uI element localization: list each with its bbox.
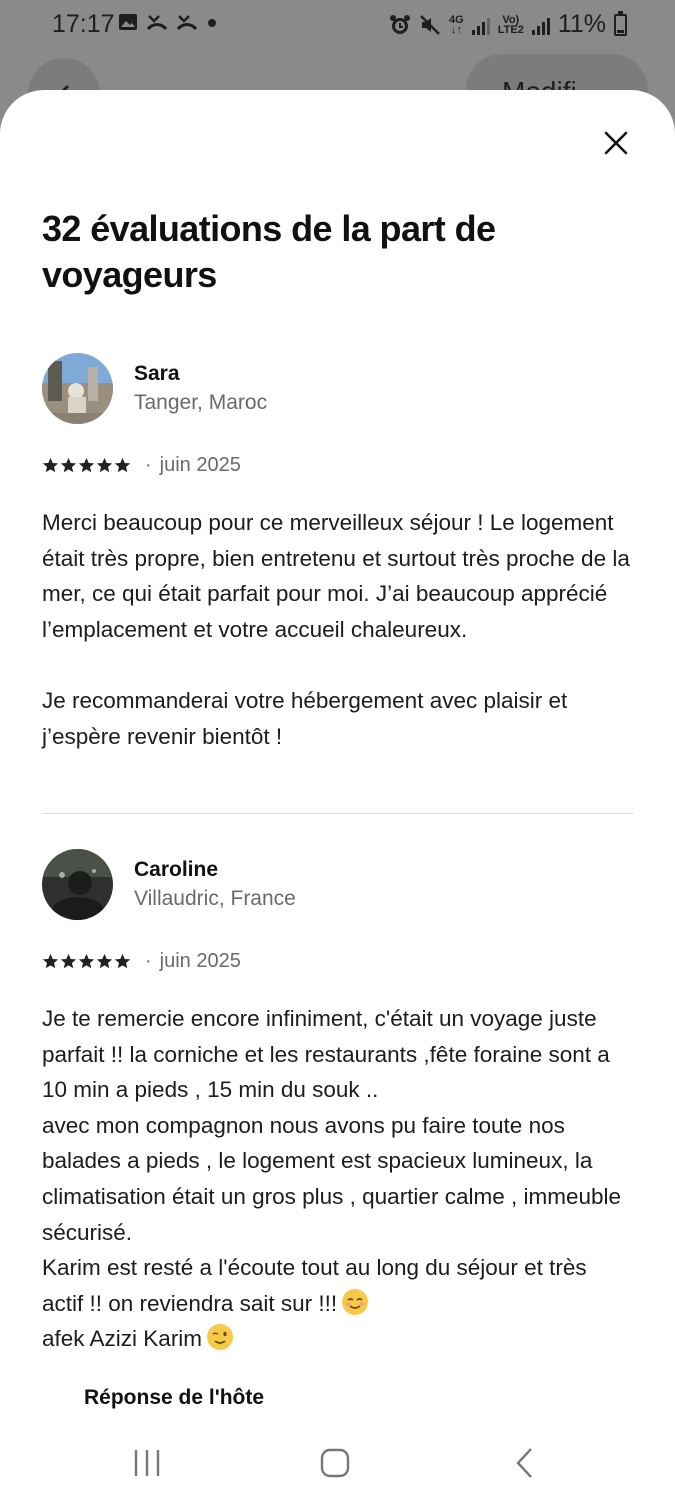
review-text: Merci beaucoup pour ce merveilleux séjou… [42, 510, 630, 749]
review-header: Caroline Villaudric, France [42, 849, 634, 923]
volte-icon: Vo) LTE2 [497, 13, 524, 36]
rating-row: · juin 2025 [42, 943, 634, 979]
more-notifications-dot-icon [208, 19, 216, 27]
divider [42, 813, 634, 814]
review-date: juin 2025 [159, 453, 241, 476]
navigation-bar [0, 1428, 675, 1500]
reviews-sheet: 32 évaluations de la part de voyageurs S… [0, 90, 675, 1500]
review-item: Caroline Villaudric, France · juin 2025 … [42, 849, 634, 1357]
reviewer-name: Sara [134, 362, 180, 385]
star-icon [114, 457, 131, 472]
missed-call-icon [146, 15, 168, 31]
status-time: 17:17 [52, 10, 115, 38]
star-icon [42, 953, 59, 968]
star-rating [42, 953, 131, 970]
signal-strength-icon [471, 15, 490, 35]
gallery-icon [119, 14, 137, 30]
star-icon [114, 953, 131, 968]
review-text-signoff: afek Azizi Karim [42, 1326, 203, 1352]
mute-icon [420, 14, 440, 35]
network-4g-icon: 4G ↓↑ [449, 13, 464, 36]
review-item: Sara Tanger, Maroc · juin 2025 Merci bea… [42, 353, 634, 754]
battery-percentage: 11% [557, 10, 606, 38]
review-date: juin 2025 [159, 949, 241, 972]
avatar-photo [42, 353, 113, 424]
missed-call-icon [176, 15, 198, 31]
star-icon [60, 953, 77, 968]
star-icon [96, 457, 113, 472]
review-text: Je te remercie encore infiniment, c'étai… [42, 1001, 634, 1357]
avatar-photo [42, 849, 113, 920]
star-rating [42, 457, 131, 474]
recent-apps-icon [134, 1450, 160, 1476]
star-icon [42, 457, 59, 472]
star-icon [60, 457, 77, 472]
back-icon [516, 1448, 532, 1478]
separator-dot: · [145, 453, 152, 476]
rating-row: · juin 2025 [42, 447, 634, 483]
system-icons: 4G ↓↑ Vo) LTE2 11% [389, 10, 627, 39]
review-header: Sara Tanger, Maroc [42, 353, 634, 427]
signal-strength-2-icon [531, 15, 550, 35]
star-icon [78, 457, 95, 472]
host-reply-label[interactable]: Réponse de l'hôte [84, 1386, 264, 1410]
back-button[interactable] [500, 1442, 550, 1484]
avatar[interactable] [42, 849, 113, 920]
close-icon [604, 131, 628, 155]
review-text-main: Je te remercie encore infiniment, c'étai… [42, 1006, 622, 1316]
close-button[interactable] [597, 124, 635, 162]
home-button[interactable] [310, 1442, 360, 1484]
reviewer-name: Caroline [134, 858, 219, 881]
alarm-icon [390, 14, 411, 34]
separator-dot: · [145, 949, 152, 972]
page-title: 32 évaluations de la part de voyageurs [42, 208, 496, 295]
avatar[interactable] [42, 353, 113, 424]
battery-icon [614, 10, 627, 36]
notification-icons [118, 12, 218, 32]
smiling-blush-emoji-icon [342, 1288, 369, 1315]
status-bar: 17:17 4G ↓↑ Vo) LTE2 11% [0, 0, 675, 50]
recent-apps-button[interactable] [122, 1442, 172, 1484]
star-icon [96, 953, 113, 968]
reviewer-location: Villaudric, France [134, 887, 296, 910]
reviewer-location: Tanger, Maroc [134, 391, 268, 414]
star-icon [78, 953, 95, 968]
home-icon [320, 1448, 350, 1478]
winking-face-emoji-icon [207, 1324, 234, 1351]
